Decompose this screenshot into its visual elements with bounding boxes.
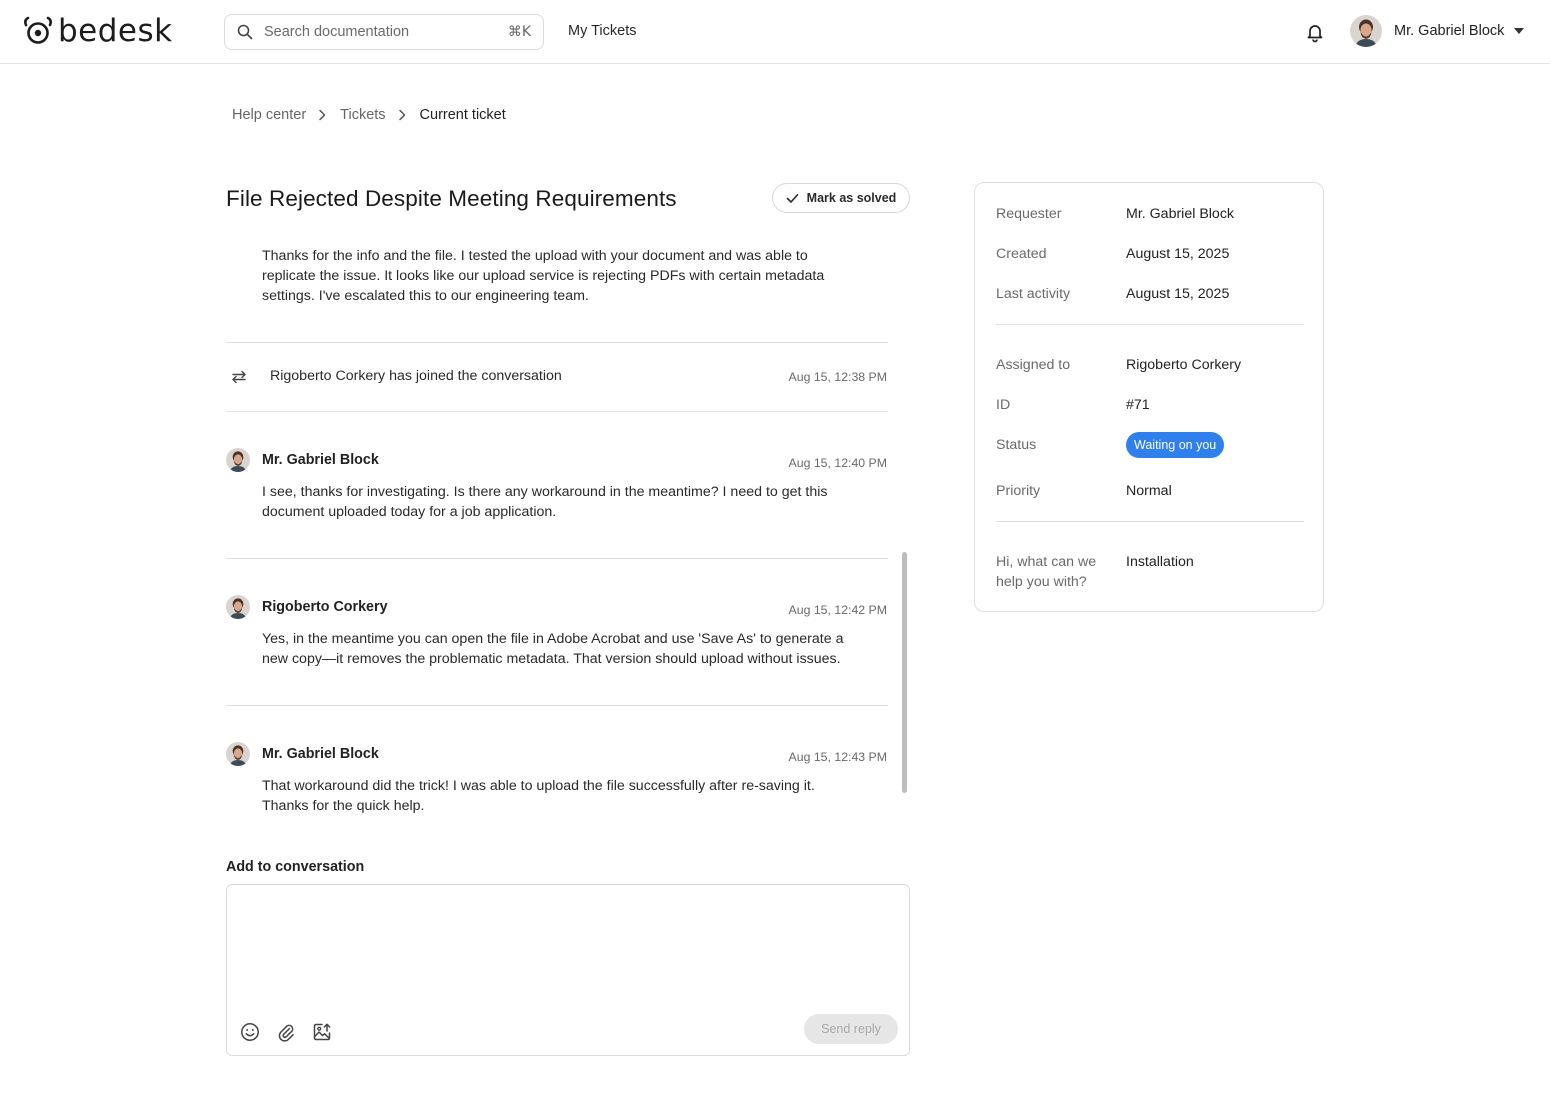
image-upload-icon[interactable] (312, 1022, 332, 1042)
reply-composer: Send reply (226, 884, 910, 1056)
check-icon (786, 193, 799, 204)
top-navigation-bar: bedesk ⌘K My Tickets Mr. Gab (0, 0, 1550, 64)
status-badge: Waiting on you (1126, 432, 1225, 458)
chevron-down-icon (1514, 28, 1525, 34)
send-reply-button[interactable]: Send reply (804, 1014, 898, 1044)
detail-value-priority: Normal (1126, 483, 1172, 499)
message-line: document uploaded today for a job applic… (262, 504, 557, 520)
divider (226, 411, 888, 412)
divider (226, 558, 888, 559)
detail-label: Created (996, 246, 1047, 262)
message-author: Mr. Gabriel Block (262, 746, 379, 762)
breadcrumb-tickets[interactable]: Tickets (340, 107, 385, 123)
conversation-thread[interactable]: Thanks for the info and the file. I test… (226, 248, 888, 840)
event-timestamp: Aug 15, 12:38 PM (788, 370, 887, 384)
reply-textarea[interactable] (239, 895, 897, 1005)
search-icon (237, 23, 255, 41)
breadcrumb-help-center[interactable]: Help center (232, 107, 306, 123)
message-line: new copy—it removes the problematic meta… (262, 651, 841, 667)
user-menu[interactable]: Mr. Gabriel Block (1350, 15, 1525, 47)
ticket-title: File Rejected Despite Meeting Requiremen… (226, 186, 677, 211)
divider (226, 705, 888, 706)
ticket-details-panel: Requester Mr. Gabriel Block Created Augu… (974, 182, 1324, 612)
message-line: I see, thanks for investigating. Is ther… (262, 484, 828, 500)
message-timestamp: Aug 15, 12:40 PM (788, 456, 887, 470)
detail-label: Last activity (996, 286, 1071, 302)
paperclip-icon[interactable] (276, 1022, 296, 1042)
message-line: settings. I've escalated this to our eng… (262, 288, 589, 304)
detail-label: ID (996, 397, 1011, 413)
divider (996, 324, 1304, 325)
join-event-text: Rigoberto Corkery has joined the convers… (270, 368, 562, 384)
message-author: Rigoberto Corkery (262, 599, 388, 615)
detail-label: Priority (996, 483, 1041, 499)
detail-label: Requester (996, 206, 1062, 222)
avatar (226, 742, 250, 766)
avatar (226, 448, 250, 472)
chevron-right-icon (398, 109, 408, 121)
detail-label: Status (996, 437, 1037, 453)
detail-value-requester: Mr. Gabriel Block (1126, 206, 1235, 222)
detail-value-id: #71 (1126, 397, 1150, 413)
emoji-icon[interactable] (240, 1022, 260, 1042)
detail-value-help-topic: Installation (1126, 554, 1194, 570)
detail-label: Hi, what can we (996, 554, 1097, 570)
message-line: Thanks for the quick help. (262, 798, 425, 814)
message-line: Thanks for the info and the file. I test… (262, 248, 808, 264)
conversation-scrollbar[interactable] (902, 552, 907, 793)
nav-my-tickets-link[interactable]: My Tickets (568, 23, 636, 39)
reply-label: Add to conversation (226, 859, 365, 875)
message-line: That workaround did the trick! I was abl… (262, 778, 815, 794)
message-timestamp: Aug 15, 12:43 PM (788, 750, 887, 764)
search-input[interactable] (264, 24, 508, 40)
search-box[interactable]: ⌘K (224, 14, 544, 50)
chevron-right-icon (318, 109, 328, 121)
search-shortcut-hint: ⌘K (507, 24, 531, 40)
detail-value-created: August 15, 2025 (1126, 246, 1230, 262)
message-timestamp: Aug 15, 12:42 PM (788, 603, 887, 617)
detail-label: Assigned to (996, 357, 1071, 373)
breadcrumb: Help center Tickets Current ticket (232, 107, 506, 123)
mark-as-solved-button[interactable]: Mark as solved (772, 183, 910, 213)
detail-value-last-activity: August 15, 2025 (1126, 286, 1230, 302)
user-avatar (1350, 15, 1382, 47)
message-author: Mr. Gabriel Block (262, 452, 379, 468)
detail-value-assigned: Rigoberto Corkery (1126, 357, 1242, 373)
brand-name: bedesk (58, 13, 173, 49)
breadcrumb-current-ticket: Current ticket (419, 107, 506, 123)
message-line: Yes, in the meantime you can open the fi… (262, 631, 844, 647)
detail-label: help you with? (996, 574, 1087, 590)
divider (996, 521, 1304, 522)
notifications-bell-icon[interactable] (1304, 21, 1326, 43)
transfer-arrows-icon (230, 367, 250, 387)
message-line: replicate the issue. It looks like our u… (262, 268, 825, 284)
mark-as-solved-label: Mark as solved (806, 191, 897, 205)
brand-logo[interactable]: bedesk (23, 14, 173, 48)
user-name: Mr. Gabriel Block (1394, 23, 1505, 39)
avatar (226, 595, 250, 619)
logo-icon (23, 15, 53, 47)
divider (226, 342, 888, 343)
